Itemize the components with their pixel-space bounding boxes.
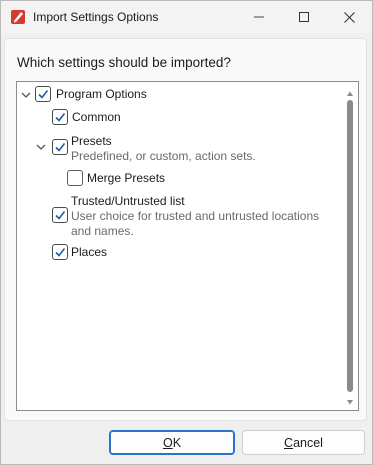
tree-item-label: Program Options xyxy=(56,87,147,101)
tree-item-program-options[interactable]: Program Options xyxy=(17,82,337,106)
cancel-label-rest: ancel xyxy=(293,435,323,450)
tree-item-label: Places xyxy=(71,245,108,259)
ok-accelerator: O xyxy=(162,435,173,450)
ok-button[interactable]: OK xyxy=(109,430,235,455)
chevron-down-icon[interactable] xyxy=(20,89,32,101)
tree-item-presets[interactable]: Presets Predefined, or custom, action se… xyxy=(17,134,337,168)
tree-item-description: User choice for trusted and untrusted lo… xyxy=(71,209,320,223)
tree-item-label: Trusted/Untrusted list xyxy=(71,194,185,208)
tree-item-places[interactable]: Places xyxy=(17,242,337,264)
minimize-button[interactable] xyxy=(236,1,282,33)
checkbox-trusted-untrusted-list[interactable] xyxy=(52,207,68,223)
ok-label-rest: K xyxy=(172,435,182,450)
vertical-scrollbar[interactable] xyxy=(343,84,357,408)
title-bar[interactable]: Import Settings Options xyxy=(1,1,372,33)
checkmark-icon xyxy=(55,211,66,220)
maximize-button[interactable] xyxy=(281,1,327,33)
close-icon xyxy=(343,11,355,23)
scroll-up-icon[interactable] xyxy=(346,87,354,101)
question-label: Which settings should be imported? xyxy=(17,55,231,70)
checkmark-icon xyxy=(55,248,66,257)
tree-item-common[interactable]: Common xyxy=(17,108,337,130)
tree-item-label: Merge Presets xyxy=(87,171,166,185)
close-button[interactable] xyxy=(326,1,372,33)
window-title: Import Settings Options xyxy=(33,10,159,24)
tree-item-label: Common xyxy=(72,110,121,124)
checkmark-icon xyxy=(38,90,49,99)
tree-item-description: and names. xyxy=(71,224,134,238)
import-settings-dialog: Import Settings Options Which settings s… xyxy=(0,0,373,465)
checkbox-common[interactable] xyxy=(52,109,68,125)
cancel-accelerator: C xyxy=(284,435,294,450)
maximize-icon xyxy=(299,12,309,22)
settings-tree[interactable]: Program Options Common Presets Predefine… xyxy=(16,81,359,411)
scrollbar-thumb[interactable] xyxy=(347,100,353,392)
tree-item-description: Predefined, or custom, action sets. xyxy=(71,149,256,163)
app-logo-icon xyxy=(10,9,26,25)
tree-item-trusted-untrusted-list[interactable]: Trusted/Untrusted list User choice for t… xyxy=(17,192,337,240)
scroll-down-icon[interactable] xyxy=(346,395,354,409)
tree-item-merge-presets[interactable]: Merge Presets xyxy=(17,168,337,190)
checkbox-merge-presets[interactable] xyxy=(67,170,83,186)
checkmark-icon xyxy=(55,143,66,152)
minimize-icon xyxy=(254,16,264,18)
chevron-down-icon[interactable] xyxy=(35,141,47,153)
checkbox-places[interactable] xyxy=(52,244,68,260)
checkbox-presets[interactable] xyxy=(52,139,68,155)
cancel-button[interactable]: Cancel xyxy=(242,430,365,455)
checkmark-icon xyxy=(55,113,66,122)
tree-item-label: Presets xyxy=(71,134,112,148)
checkbox-program-options[interactable] xyxy=(35,86,51,102)
